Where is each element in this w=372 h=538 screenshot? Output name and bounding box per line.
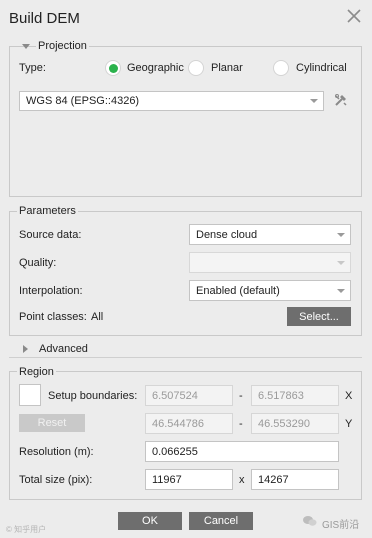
setup-boundaries-checkbox[interactable] bbox=[19, 384, 41, 406]
advanced-label[interactable]: Advanced bbox=[39, 343, 88, 355]
size-times: x bbox=[239, 474, 245, 486]
radio-geographic-label[interactable]: Geographic bbox=[127, 62, 184, 74]
projection-label: Projection bbox=[36, 40, 89, 52]
width-input[interactable]: 11967 bbox=[145, 469, 233, 490]
radio-geographic[interactable] bbox=[105, 60, 121, 76]
source-data-select[interactable]: Dense cloud bbox=[189, 224, 351, 245]
interpolation-select[interactable]: Enabled (default) bbox=[189, 280, 351, 301]
interpolation-value: Enabled (default) bbox=[196, 284, 280, 297]
radio-planar[interactable] bbox=[188, 60, 204, 76]
select-classes-button[interactable]: Select... bbox=[287, 307, 351, 326]
source-data-label: Source data: bbox=[19, 229, 82, 241]
y-range-dash: - bbox=[239, 418, 243, 430]
dialog-title: Build DEM bbox=[9, 10, 80, 27]
chevron-down-icon bbox=[337, 288, 345, 293]
y-axis-label: Y bbox=[345, 418, 353, 430]
resolution-value: 0.066255 bbox=[152, 445, 198, 458]
cancel-button[interactable]: Cancel bbox=[189, 512, 253, 530]
y-max-field: 46.553290 bbox=[251, 413, 339, 434]
type-label: Type: bbox=[19, 62, 46, 74]
wechat-icon bbox=[303, 515, 317, 527]
quality-select bbox=[189, 252, 351, 273]
width-value: 11967 bbox=[152, 473, 182, 486]
collapse-projection-icon[interactable] bbox=[22, 44, 30, 49]
point-classes-label: Point classes: bbox=[19, 311, 87, 323]
expand-advanced-icon[interactable] bbox=[23, 345, 28, 353]
x-min-value: 6.507524 bbox=[152, 389, 198, 402]
crs-select[interactable]: WGS 84 (EPSG::4326) bbox=[19, 91, 324, 111]
radio-selected-dot bbox=[108, 63, 118, 73]
radio-planar-label[interactable]: Planar bbox=[211, 62, 243, 74]
reset-button: Reset bbox=[19, 414, 85, 432]
y-min-value: 46.544786 bbox=[152, 417, 204, 430]
x-min-field: 6.507524 bbox=[145, 385, 233, 406]
y-max-value: 46.553290 bbox=[258, 417, 310, 430]
x-range-dash: - bbox=[239, 390, 243, 402]
resolution-label: Resolution (m): bbox=[19, 446, 94, 458]
quality-label: Quality: bbox=[19, 257, 57, 269]
watermark-right: GIS前沿 bbox=[322, 520, 360, 531]
height-value: 14267 bbox=[258, 473, 289, 486]
close-icon[interactable] bbox=[346, 8, 362, 24]
source-data-value: Dense cloud bbox=[196, 228, 258, 241]
advanced-divider bbox=[9, 357, 362, 358]
height-input[interactable]: 14267 bbox=[251, 469, 339, 490]
setup-boundaries-label[interactable]: Setup boundaries: bbox=[48, 390, 137, 402]
crs-settings-icon[interactable] bbox=[333, 92, 349, 108]
x-max-field: 6.517863 bbox=[251, 385, 339, 406]
ok-button[interactable]: OK bbox=[118, 512, 182, 530]
resolution-input[interactable]: 0.066255 bbox=[145, 441, 339, 462]
radio-cylindrical[interactable] bbox=[273, 60, 289, 76]
region-label: Region bbox=[17, 366, 56, 378]
chevron-down-icon bbox=[337, 232, 345, 237]
watermark-left: © 知乎用户 bbox=[6, 525, 47, 534]
total-size-label: Total size (pix): bbox=[19, 474, 93, 486]
x-axis-label: X bbox=[345, 390, 353, 402]
parameters-label: Parameters bbox=[17, 205, 78, 217]
chevron-down-icon bbox=[310, 99, 318, 103]
y-min-field: 46.544786 bbox=[145, 413, 233, 434]
chevron-down-icon bbox=[337, 260, 345, 265]
point-classes-value: All bbox=[91, 311, 104, 323]
interpolation-label: Interpolation: bbox=[19, 285, 83, 297]
x-max-value: 6.517863 bbox=[258, 389, 304, 402]
radio-cylindrical-label[interactable]: Cylindrical bbox=[296, 62, 347, 74]
crs-select-value: WGS 84 (EPSG::4326) bbox=[26, 95, 140, 107]
